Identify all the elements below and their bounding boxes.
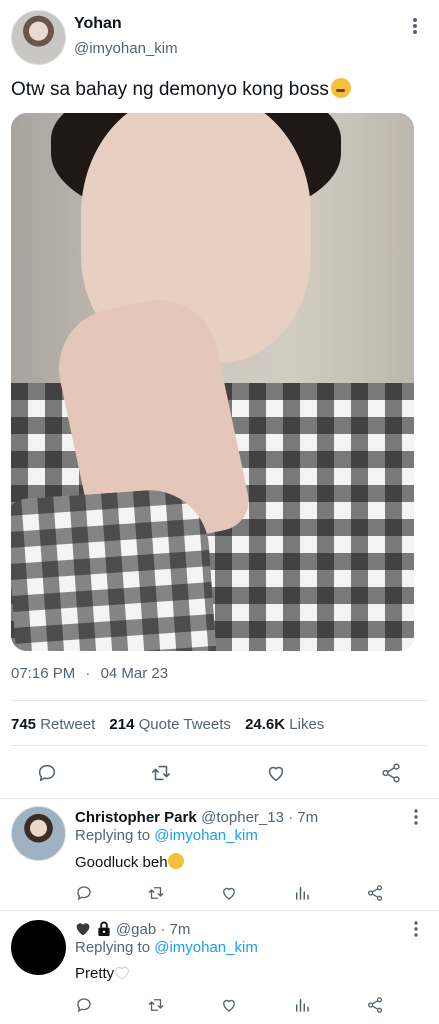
tweet-stats: 745 Retweet 214 Quote Tweets 24.6K Likes — [11, 716, 324, 733]
reply-text: Pretty — [75, 965, 130, 982]
tweet-text-content: Otw sa bahay ng demonyo kong boss — [11, 79, 329, 100]
divider — [11, 745, 428, 746]
replying-to-link[interactable]: @imyohan_kim — [154, 827, 258, 844]
tweet-photo[interactable] — [11, 113, 414, 651]
tweet-date: 04 Mar 23 — [100, 665, 169, 682]
author-avatar[interactable] — [11, 10, 66, 65]
more-vertical-icon[interactable] — [407, 14, 423, 38]
retweet-icon[interactable] — [150, 762, 172, 784]
divider — [11, 700, 428, 701]
replying-prefix: Replying to — [75, 939, 151, 956]
author-handle[interactable]: @imyohan_kim — [74, 40, 178, 57]
heart-icon — [75, 922, 91, 936]
reply-icon[interactable] — [75, 884, 93, 902]
tweet-actions — [0, 758, 439, 788]
analytics-icon[interactable] — [293, 996, 311, 1014]
retweet-count[interactable]: 745 — [11, 716, 36, 733]
divider — [0, 798, 439, 799]
reply-author-meta[interactable]: @topher_13 · 7m — [201, 809, 318, 826]
replying-to: Replying to @imyohan_kim — [75, 827, 258, 844]
tweet-text: Otw sa bahay ng demonyo kong boss — [11, 78, 351, 101]
reply-text-content: Pretty — [75, 965, 115, 982]
reply-avatar[interactable] — [11, 806, 66, 861]
reply-header: Christopher Park @topher_13 · 7m — [75, 809, 318, 827]
timestamp-separator: · — [85, 665, 91, 682]
reply-text-content: Goodluck beh — [75, 854, 168, 871]
white-heart-icon — [114, 966, 130, 980]
share-icon[interactable] — [380, 762, 402, 784]
quote-label[interactable]: Quote Tweets — [139, 716, 231, 733]
replying-prefix: Replying to — [75, 827, 151, 844]
reply-header: @gab · 7m — [75, 921, 190, 939]
reply-author-meta[interactable]: @gab · 7m — [116, 921, 190, 938]
like-icon[interactable] — [220, 884, 238, 902]
retweet-icon[interactable] — [147, 996, 165, 1014]
tweet-time: 07:16 PM — [11, 665, 76, 682]
replying-to: Replying to @imyohan_kim — [75, 939, 258, 956]
reply-author-name[interactable]: Christopher Park — [75, 809, 197, 826]
more-vertical-icon[interactable] — [409, 920, 423, 938]
reply-avatar[interactable] — [11, 920, 66, 975]
reply-icon[interactable] — [36, 762, 58, 784]
like-icon[interactable] — [220, 996, 238, 1014]
replying-to-link[interactable]: @imyohan_kim — [154, 939, 258, 956]
analytics-icon[interactable] — [293, 884, 311, 902]
reply-text: Goodluck beh — [75, 853, 184, 871]
reply-icon[interactable] — [75, 996, 93, 1014]
like-label[interactable]: Likes — [289, 716, 324, 733]
tweet-timestamp: 07:16 PM · 04 Mar 23 — [11, 665, 168, 682]
share-icon[interactable] — [366, 884, 384, 902]
retweet-label[interactable]: Retweet — [40, 716, 95, 733]
divider — [0, 910, 439, 911]
share-icon[interactable] — [366, 996, 384, 1014]
lock-icon — [97, 921, 111, 936]
quote-count[interactable]: 214 — [109, 716, 134, 733]
laughing-emoji-icon — [167, 853, 184, 869]
author-name[interactable]: Yohan — [74, 15, 122, 33]
sleeping-emoji-icon — [330, 78, 351, 98]
like-icon[interactable] — [265, 762, 287, 784]
retweet-icon[interactable] — [147, 884, 165, 902]
more-vertical-icon[interactable] — [409, 808, 423, 826]
like-count[interactable]: 24.6K — [245, 716, 285, 733]
